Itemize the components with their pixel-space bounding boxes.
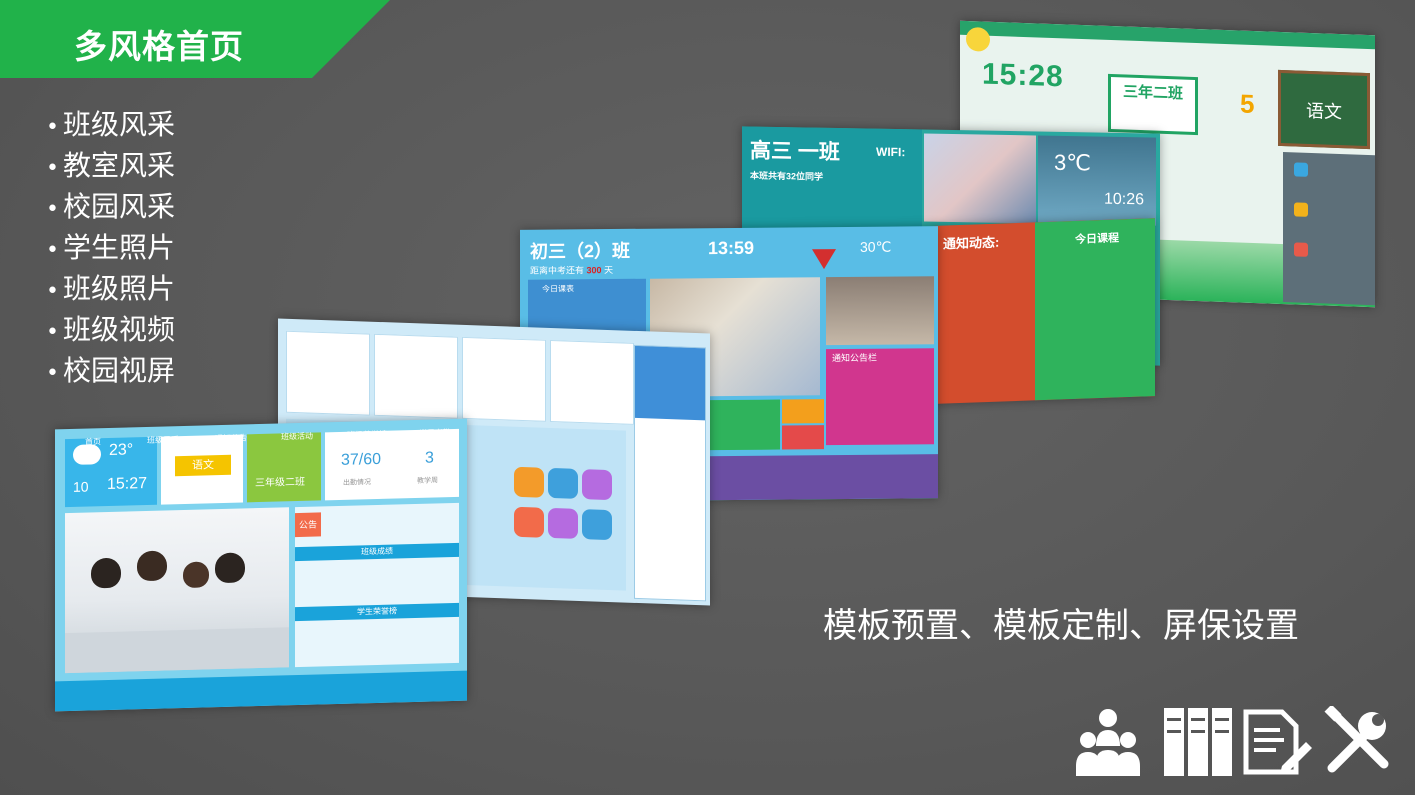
nav-item: 当日考勤 [419,428,451,438]
screen-date: 10 [73,478,89,495]
app-icon [582,509,612,541]
nav-item: 通知公告 [215,433,247,444]
screen-clock: 15:28 [982,57,1064,94]
check-icon [1294,242,1308,257]
score-card [374,333,458,419]
feature-icons [1072,706,1392,778]
attendance-label: 出勤情况 [343,479,371,487]
screen-class-name: 三年二班 [1108,73,1198,136]
schedule-label: 今日课表 [542,284,574,294]
app-icon [514,466,544,498]
notice-title: 通知动态: [943,234,1000,252]
triangle-icon [812,249,836,270]
class-photo [924,133,1036,224]
template-preview-notice: 通知动态: 今日课程 [935,218,1155,404]
app-icon [514,506,544,538]
nav-item: 首页 [85,437,101,447]
students-photo [65,507,289,674]
phone-weather [635,345,705,421]
nav-item: 班级活动 [281,431,313,442]
notice-label: 通知公告栏 [832,352,878,364]
search-icon [1294,162,1308,177]
desk [65,627,289,674]
text-card [462,336,546,422]
nav-item: 班级风采 [147,435,179,445]
feature-item: • 班级风采 [46,108,175,141]
classroom-photo-2 [826,276,934,346]
tagline: 模板预置、模板定制、屏保设置 [823,606,1299,646]
student-figure [91,557,121,589]
sun-icon [966,26,990,52]
feature-item: • 教室风采 [46,149,175,182]
student-figure [215,552,245,584]
student-count: 本班共有32位同学 [750,170,824,182]
nav-item: 班级荣誉榜 [347,429,387,440]
screen-number: 5 [1240,88,1255,120]
feature-item: • 校园视屏 [46,354,175,387]
page-title: 多风格首页 [74,28,244,65]
screen-class-name: 三年级二班 [255,476,305,490]
screen-temp: 3℃ [1054,149,1091,176]
feature-item: • 班级视频 [46,313,175,346]
template-preview-1: 23° 10 15:27 语文 三年级二班 37/60 出勤情况 3 教学周 公… [55,418,467,712]
group-icon [1076,709,1140,776]
info-icon [1294,202,1308,217]
feature-item: • 校园风采 [46,190,175,223]
document-edit-icon [1243,709,1312,775]
student-figure [183,561,209,589]
screen-subject-board: 语文 [1278,69,1370,150]
app-icon [582,469,612,501]
attendance-value: 37/60 [341,450,382,469]
student-figure [137,550,167,582]
feature-list: • 班级风采 • 教室风采 • 校园风采 • 学生照片 • 班级照片 • 班级视频 • 校园视… [46,106,175,393]
screen-time: 10:26 [1104,190,1145,209]
feature-item: • 学生照片 [46,231,175,264]
screen-class-name: 初三（2）班 [530,240,631,262]
weeks-value: 3 [425,449,434,467]
countdown: 距离中考还有 300 天 [530,265,614,276]
subject-label: 语文 [175,454,231,477]
weeks-label: 教学周 [417,477,438,485]
feature-item: • 班级照片 [46,272,175,305]
screen-clock: 13:59 [708,237,755,259]
wifi-label: WIFI: [876,144,906,160]
binders-icon [1164,708,1232,776]
photo-card [286,330,370,416]
screen-time: 15:27 [107,474,148,494]
screen-temp: 30℃ [860,238,892,255]
tools-icon [1324,706,1389,773]
course-title: 今日课程 [1075,232,1119,246]
class-box [247,432,321,503]
screen-temp: 23° [109,441,134,459]
app-icon [548,507,578,539]
app-icon [548,467,578,499]
orange-tile [782,399,824,424]
notice-label: 公告 [295,512,321,538]
screen-class-name: 高三 一班 [750,139,840,165]
honor-card [550,339,634,425]
red-tile [782,425,824,450]
green-tile [710,399,780,451]
